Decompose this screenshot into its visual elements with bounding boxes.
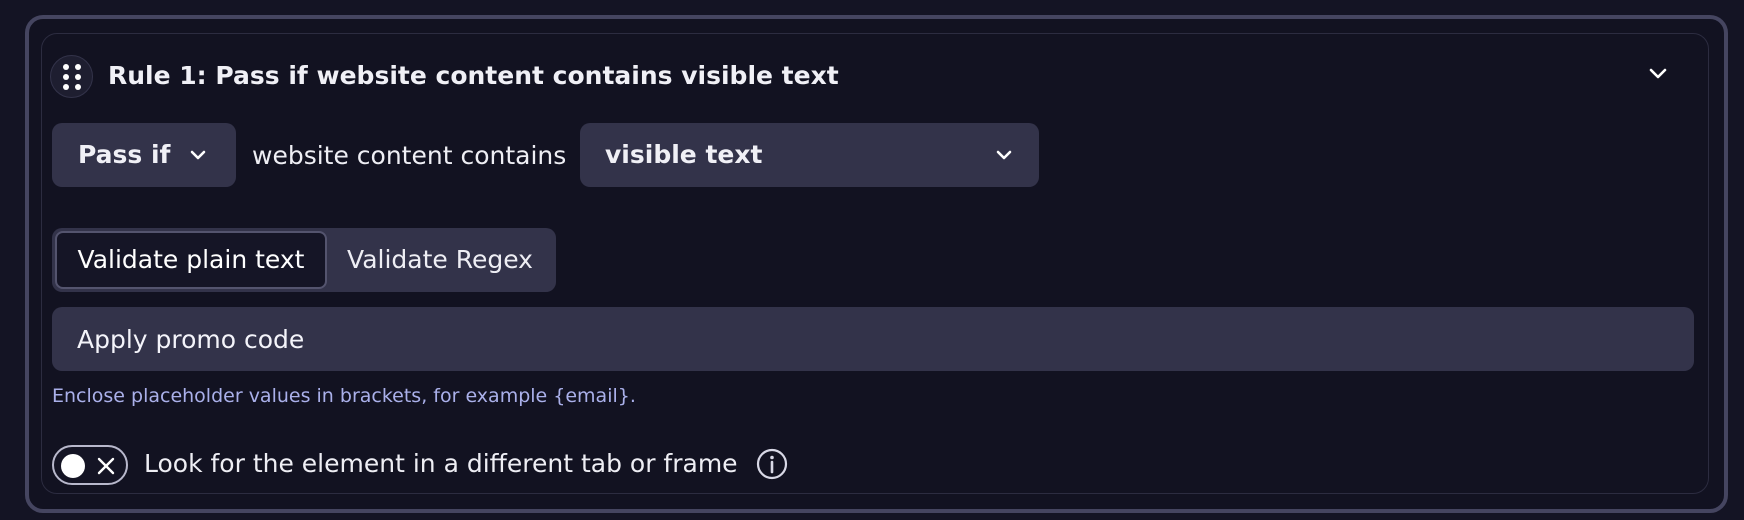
collapse-button[interactable] [1640, 56, 1676, 92]
pass-condition-value: Pass if [78, 140, 171, 169]
text-to-find-input[interactable] [52, 307, 1694, 371]
toggle-knob [61, 454, 85, 478]
content-type-dropdown[interactable]: visible text [580, 123, 1039, 187]
placeholder-hint: Enclose placeholder values in brackets, … [52, 385, 636, 407]
chevron-down-icon [996, 150, 1012, 160]
chevron-down-icon [1649, 68, 1667, 79]
validate-regex-option[interactable]: Validate Regex [327, 231, 553, 289]
different-tab-frame-toggle[interactable] [52, 445, 128, 485]
info-icon[interactable] [756, 448, 788, 480]
validation-mode-toggle: Validate plain text Validate Regex [52, 228, 556, 292]
validate-plain-text-option[interactable]: Validate plain text [55, 231, 327, 289]
drag-handle-icon[interactable] [50, 55, 93, 98]
pass-condition-dropdown[interactable]: Pass if [52, 123, 236, 187]
close-icon [97, 457, 115, 475]
content-type-value: visible text [605, 140, 763, 169]
different-tab-frame-label: Look for the element in a different tab … [144, 449, 738, 478]
chevron-down-icon [190, 150, 206, 160]
condition-text: website content contains [252, 141, 567, 170]
rule-title: Rule 1: Pass if website content contains… [108, 61, 839, 90]
